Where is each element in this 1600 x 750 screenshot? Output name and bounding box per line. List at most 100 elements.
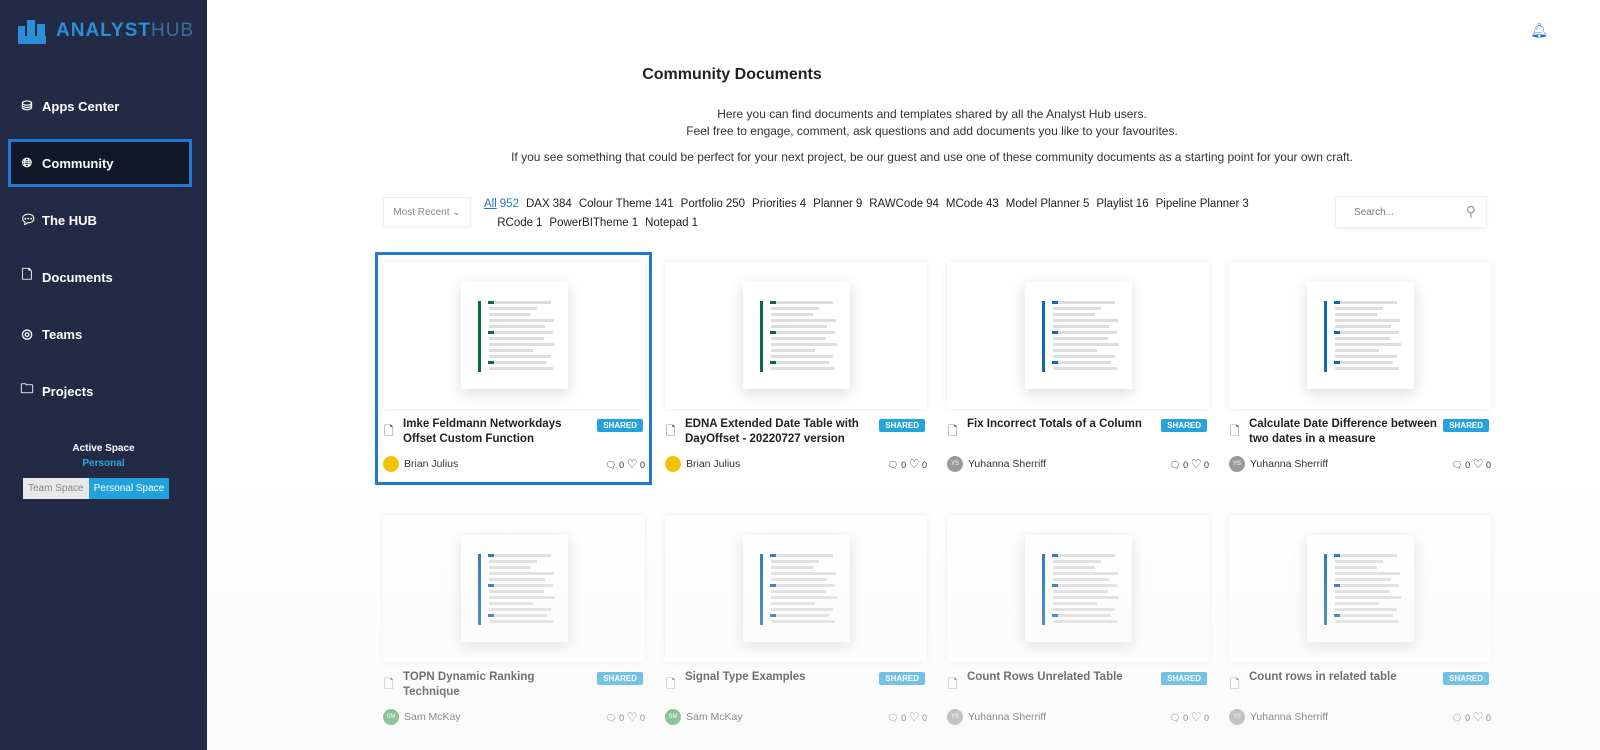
document-title[interactable]: TOPN Dynamic Ranking Technique — [403, 670, 593, 700]
globe-icon: 🌐︎ — [21, 155, 33, 170]
file-icon: 🗋 — [384, 677, 394, 691]
heart-icon[interactable]: ♡ — [1191, 457, 1202, 471]
comment-icon[interactable]: 🗨︎ — [887, 713, 898, 723]
heart-icon[interactable]: ♡ — [909, 457, 920, 471]
filter-portfolio[interactable]: Portfolio 250 — [681, 198, 745, 210]
document-thumbnail[interactable] — [665, 515, 927, 662]
card-stats: 🗨︎ 0 ♡ 0 — [887, 457, 927, 471]
author-name: Brian Julius — [686, 458, 741, 470]
file-icon: 🗋 — [948, 424, 958, 438]
author[interactable]: YS Yuhanna Sherriff — [1229, 709, 1328, 725]
document-thumbnail[interactable] — [947, 515, 1209, 662]
filter-mcode[interactable]: MCode 43 — [946, 198, 999, 210]
like-count: 0 — [639, 713, 645, 723]
heart-icon[interactable]: ♡ — [1191, 710, 1202, 724]
shared-badge: SHARED — [879, 672, 925, 685]
filter-notepad[interactable]: Notepad 1 — [645, 217, 698, 229]
document-title[interactable]: Count Rows Unrelated Table — [967, 670, 1157, 685]
file-icon: 🗋 — [666, 424, 676, 438]
intro-line: Here you can find documents and template… — [717, 107, 1147, 121]
filter-label: Colour Theme — [578, 198, 652, 210]
document-card[interactable]: 🗋 Count Rows Unrelated Table SHARED YS Yu… — [947, 515, 1209, 725]
filter-powerbitheme[interactable]: PowerBITheme 1 — [549, 217, 638, 229]
filter-priorities[interactable]: Priorities 4 — [752, 198, 806, 210]
heart-icon[interactable]: ♡ — [1473, 457, 1484, 471]
personal-space-button[interactable]: Personal Space — [88, 478, 170, 499]
filter-count: 5 — [1082, 198, 1090, 210]
document-title[interactable]: Calculate Date Difference between two da… — [1249, 417, 1439, 447]
document-title[interactable]: Count rows in related table — [1249, 670, 1439, 685]
card-stats: 🗨︎ 0 ♡ 0 — [1169, 710, 1209, 724]
comment-icon[interactable]: 🗨︎ — [887, 460, 898, 470]
filter-rawcode[interactable]: RAWCode 94 — [869, 198, 939, 210]
document-thumbnail[interactable] — [665, 262, 927, 409]
document-card[interactable]: 🗋 Count rows in related table SHARED YS Y… — [1229, 515, 1491, 725]
filter-label: Notepad — [645, 217, 689, 229]
filter-rcode[interactable]: RCode 1 — [497, 217, 542, 229]
document-thumbnail[interactable] — [947, 262, 1209, 409]
shared-badge: SHARED — [1161, 672, 1207, 685]
author[interactable]: Brian Julius — [665, 456, 740, 472]
heart-icon[interactable]: ♡ — [627, 710, 638, 724]
filter-planner[interactable]: Planner 9 — [813, 198, 862, 210]
sidebar-item-label: The HUB — [42, 212, 97, 228]
author[interactable]: SM Sam McKay — [383, 709, 461, 725]
comment-icon[interactable]: 🗨︎ — [1451, 713, 1462, 723]
sort-dropdown[interactable]: Most Recent ⌄ — [383, 197, 471, 227]
bell-icon[interactable]: 🔔︎ — [1530, 22, 1548, 39]
comment-icon[interactable]: 🗨︎ — [1169, 713, 1180, 723]
filter-model-planner[interactable]: Model Planner 5 — [1006, 198, 1090, 210]
filter-label: Priorities — [752, 198, 797, 210]
document-thumbnail[interactable] — [1229, 515, 1491, 662]
comment-icon[interactable]: 🗨︎ — [605, 713, 616, 723]
document-card[interactable]: 🗋 Calculate Date Difference between two … — [1229, 262, 1491, 472]
filter-label: Portfolio — [680, 198, 723, 210]
intro-line: Feel free to engage, comment, ask questi… — [686, 124, 1178, 138]
logo[interactable]: ANALYSTHUB — [18, 18, 194, 44]
sidebar-item-community[interactable]: 🌐︎ Community — [8, 139, 192, 187]
search-input[interactable]: Search... ⚲ — [1335, 196, 1487, 228]
heart-icon[interactable]: ♡ — [1473, 710, 1484, 724]
author[interactable]: YS Yuhanna Sherriff — [947, 456, 1046, 472]
document-card[interactable]: 🗋 TOPN Dynamic Ranking Technique SHARED … — [383, 515, 645, 725]
comment-icon[interactable]: 🗨︎ — [1451, 460, 1462, 470]
author[interactable]: YS Yuhanna Sherriff — [947, 709, 1046, 725]
document-card[interactable]: 🗋 Signal Type Examples SHARED SM Sam McKa… — [665, 515, 927, 725]
filter-playlist[interactable]: Playlist 16 — [1096, 198, 1148, 210]
document-card[interactable]: 🗋 Fix Incorrect Totals of a Column SHARE… — [947, 262, 1209, 472]
filter-colour-theme[interactable]: Colour Theme 141 — [579, 198, 674, 210]
sidebar-item-apps-center[interactable]: ⛁ Apps Center — [8, 82, 192, 130]
logo-sub: HUB — [150, 20, 195, 41]
filter-label: All — [484, 198, 497, 210]
document-thumbnail[interactable] — [1229, 262, 1491, 409]
shared-badge: SHARED — [1443, 672, 1489, 685]
sidebar-item-documents[interactable]: 🗋 Documents — [8, 253, 192, 301]
active-space: Active Space Personal — [0, 443, 207, 469]
document-preview-icon — [1306, 282, 1414, 389]
sidebar-item-projects[interactable]: 🗀 Projects — [8, 367, 192, 415]
filter-pipeline-planner[interactable]: Pipeline Planner 3 — [1156, 198, 1249, 210]
filter-count: 4 — [799, 198, 807, 210]
heart-icon[interactable]: ♡ — [909, 710, 920, 724]
document-title[interactable]: Signal Type Examples — [685, 670, 875, 685]
file-icon: 🗋 — [1230, 424, 1240, 438]
comment-icon[interactable]: 🗨︎ — [1169, 460, 1180, 470]
author-name: Yuhanna Sherriff — [968, 711, 1047, 723]
shared-badge: SHARED — [597, 672, 643, 685]
sidebar-item-teams[interactable]: ◎ Teams — [8, 310, 192, 358]
document-title[interactable]: EDNA Extended Date Table with DayOffset … — [685, 417, 875, 447]
filter-all[interactable]: All 952 — [484, 198, 519, 210]
page-title: Community Documents — [642, 66, 822, 83]
search-icon: ⚲ — [1465, 203, 1476, 219]
document-thumbnail[interactable] — [383, 515, 645, 662]
filter-count: 3 — [1242, 198, 1249, 210]
author[interactable]: SM Sam McKay — [665, 709, 743, 725]
document-title[interactable]: Fix Incorrect Totals of a Column — [967, 417, 1157, 432]
author[interactable]: YS Yuhanna Sherriff — [1229, 456, 1328, 472]
document-card[interactable]: 🗋 EDNA Extended Date Table with DayOffse… — [665, 262, 927, 472]
sidebar-item-the-hub[interactable]: 💬︎ The HUB — [8, 196, 192, 244]
team-space-button[interactable]: Team Space — [23, 478, 89, 499]
highlight-box — [375, 252, 652, 485]
filter-dax[interactable]: DAX 384 — [526, 198, 572, 210]
like-count: 0 — [1485, 460, 1491, 470]
